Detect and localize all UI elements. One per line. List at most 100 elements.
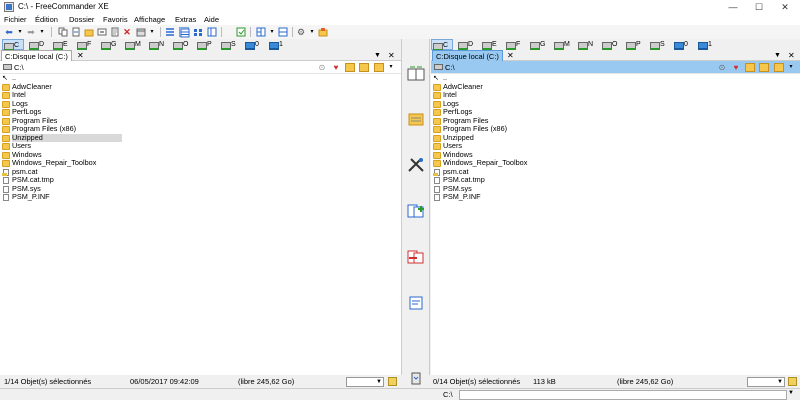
left-filter-icon[interactable]	[388, 377, 397, 386]
rename-icon[interactable]	[97, 27, 107, 37]
favorites-icon[interactable]: ♥	[731, 63, 741, 72]
settings-icon[interactable]: ⚙	[296, 27, 306, 37]
right-tab-c-drive[interactable]: C:Disque local (C:)	[432, 50, 503, 61]
menu-favoris[interactable]: Favoris	[103, 15, 128, 24]
drive-button-1[interactable]: 1	[697, 39, 719, 50]
swap-panes-icon[interactable]	[406, 65, 426, 81]
copy-to-right-icon[interactable]	[406, 203, 426, 219]
drive-button-m[interactable]: M	[553, 39, 577, 50]
freecommander-app-icon[interactable]	[4, 2, 14, 12]
right-path[interactable]: C:\	[445, 63, 455, 72]
favorites-icon[interactable]: ♥	[331, 63, 341, 72]
drive-button-0[interactable]: 0	[244, 39, 266, 50]
copy-icon[interactable]	[58, 27, 68, 37]
drive-button-d[interactable]: D	[28, 39, 50, 50]
drive-button-p[interactable]: P	[625, 39, 649, 50]
right-filter-combo[interactable]	[747, 377, 785, 387]
drive-button-o[interactable]: O	[601, 39, 625, 50]
drive-button-e[interactable]: E	[481, 39, 503, 50]
drive-button-e[interactable]: E	[52, 39, 74, 50]
menu-fichier[interactable]: Fichier	[4, 15, 27, 24]
command-line-dropdown-icon[interactable]: ▼	[788, 390, 794, 396]
drive-button-o[interactable]: O	[172, 39, 196, 50]
back-arrow-icon[interactable]: ⬅	[4, 27, 14, 37]
left-tab-menu-icon[interactable]: ▼	[374, 50, 381, 61]
layout-icon[interactable]	[256, 27, 266, 37]
sync-icon[interactable]	[236, 27, 246, 37]
left-tab-strip: C:Disque local (C:) ✕ ▼ ✕	[0, 50, 401, 61]
forward-dropdown-icon[interactable]: ▾	[37, 27, 47, 37]
right-path-bar: C:\ ⊙ ♥ ▾	[431, 61, 800, 74]
right-pane-close-icon[interactable]: ✕	[788, 50, 795, 61]
menu-dossier[interactable]: Dossier	[69, 15, 94, 24]
drive-button-1[interactable]: 1	[268, 39, 290, 50]
command-line-input[interactable]	[459, 390, 787, 400]
list-item[interactable]: PSM_P.INF	[431, 192, 551, 202]
view-thumbnails-icon[interactable]	[193, 27, 203, 37]
root-folder-icon[interactable]	[759, 63, 769, 72]
drive-button-c[interactable]: C	[431, 39, 453, 51]
layout-vertical-icon[interactable]	[278, 27, 288, 37]
view-file-icon[interactable]	[406, 295, 426, 311]
copy-to-left-icon[interactable]	[406, 249, 426, 265]
tools-icon[interactable]	[406, 157, 426, 173]
folder-compare-icon[interactable]	[406, 111, 426, 127]
drive-button-d[interactable]: D	[457, 39, 479, 50]
settings-dropdown-icon[interactable]: ▾	[307, 27, 317, 37]
back-dropdown-icon[interactable]: ▾	[15, 27, 25, 37]
history-icon[interactable]: ⊙	[717, 63, 727, 72]
right-selection-count: 0/14 Objet(s) sélectionnés	[433, 377, 521, 386]
view-list-icon[interactable]	[165, 27, 175, 37]
pack-icon[interactable]	[136, 27, 146, 37]
edit-icon[interactable]	[110, 27, 120, 37]
drive-button-p[interactable]: P	[196, 39, 220, 50]
folder-icon	[2, 160, 10, 167]
right-tab-menu-icon[interactable]: ▼	[774, 50, 781, 61]
left-tab-c-drive[interactable]: C:Disque local (C:)	[1, 50, 72, 61]
maximize-button[interactable]: ☐	[746, 0, 772, 14]
drive-button-f[interactable]: F	[505, 39, 527, 50]
left-pane-close-icon[interactable]: ✕	[388, 50, 395, 61]
new-folder-icon[interactable]	[84, 27, 94, 37]
layout-dropdown-icon[interactable]: ▾	[267, 27, 277, 37]
menu-affichage[interactable]: Affichage	[134, 15, 165, 24]
close-window-button[interactable]: ✕	[772, 0, 798, 14]
pack-dropdown-icon[interactable]: ▾	[147, 27, 157, 37]
left-tab-close-icon[interactable]: ✕	[77, 50, 84, 61]
delete-icon[interactable]: ✕	[122, 27, 132, 37]
recycle-icon[interactable]	[406, 371, 426, 387]
view-details-icon[interactable]	[179, 27, 190, 38]
folder-menu-dropdown-icon[interactable]: ▾	[786, 63, 796, 72]
menu-edition[interactable]: Édition	[35, 15, 58, 24]
view-tree-icon[interactable]	[207, 27, 217, 37]
drive-button-c[interactable]: C	[2, 39, 24, 51]
right-filter-icon[interactable]	[788, 377, 797, 386]
left-path[interactable]: C:\	[14, 63, 24, 72]
drive-button-n[interactable]: N	[148, 39, 172, 50]
drive-button-g[interactable]: G	[100, 39, 122, 50]
list-item[interactable]: PSM_P.INF	[0, 192, 120, 202]
folder-menu-dropdown-icon[interactable]: ▾	[386, 63, 396, 72]
parent-folder-icon[interactable]	[745, 63, 755, 72]
drive-button-g[interactable]: G	[529, 39, 551, 50]
left-filter-combo[interactable]	[346, 377, 384, 387]
favorite-folder-icon[interactable]	[318, 27, 328, 37]
drive-button-0[interactable]: 0	[673, 39, 695, 50]
menu-extras[interactable]: Extras	[175, 15, 196, 24]
drive-button-s[interactable]: S	[220, 39, 242, 50]
move-icon[interactable]	[71, 27, 81, 37]
folder-menu-icon[interactable]	[774, 63, 784, 72]
drive-button-n[interactable]: N	[577, 39, 601, 50]
right-tab-close-icon[interactable]: ✕	[507, 50, 514, 61]
folder-menu-icon[interactable]	[374, 63, 384, 72]
drive-button-f[interactable]: F	[76, 39, 98, 50]
root-folder-icon[interactable]	[359, 63, 369, 72]
history-icon[interactable]: ⊙	[317, 63, 327, 72]
forward-arrow-icon[interactable]: ➡	[26, 27, 36, 37]
drive-button-s[interactable]: S	[649, 39, 671, 50]
parent-folder-icon[interactable]	[345, 63, 355, 72]
folder-icon	[2, 134, 10, 142]
drive-button-m[interactable]: M	[124, 39, 148, 50]
menu-aide[interactable]: Aide	[204, 15, 219, 24]
minimize-button[interactable]: —	[720, 0, 746, 14]
